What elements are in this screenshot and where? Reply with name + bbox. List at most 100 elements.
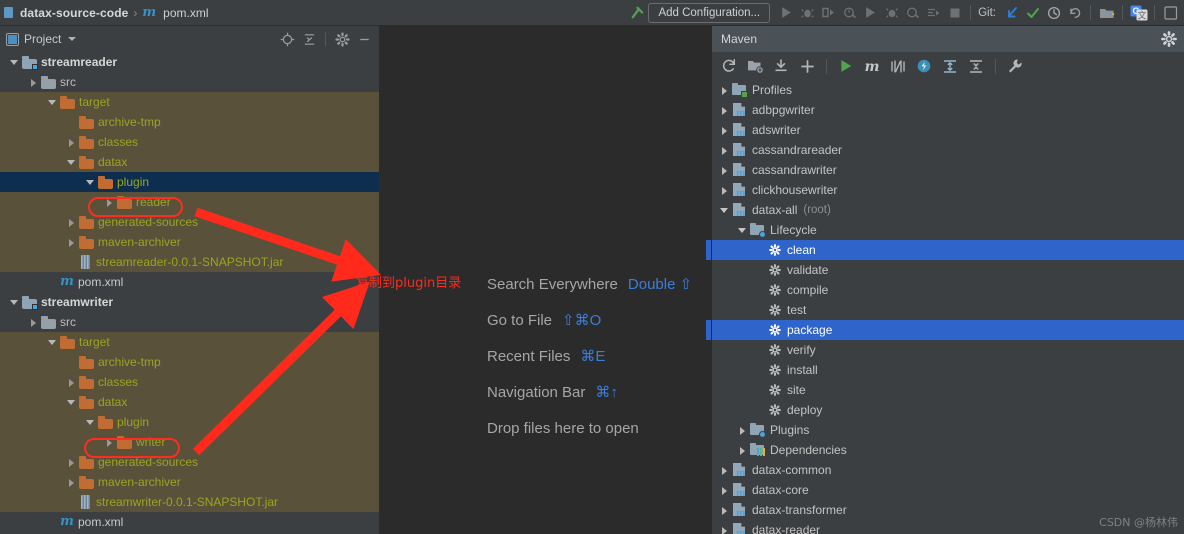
expand-arrow-icon[interactable] [720,86,729,95]
debug2-icon[interactable] [881,2,902,23]
tree-row[interactable]: plugin [0,412,379,432]
collapse-arrow-icon[interactable] [67,158,76,167]
maven-tree-row[interactable]: Lifecycle [712,220,1184,240]
expand-arrow-icon[interactable] [29,78,38,87]
maven-tree-row[interactable]: package [712,320,1184,340]
tree-row[interactable]: archive-tmp [0,352,379,372]
tree-row[interactable]: src [0,72,379,92]
expand-arrow-icon[interactable] [67,138,76,147]
tree-row[interactable]: generated-sources [0,452,379,472]
git-commit-icon[interactable] [1022,2,1043,23]
gear-icon[interactable] [332,29,352,49]
expand-arrow-icon[interactable] [720,486,729,495]
expand-arrow-icon[interactable] [67,458,76,467]
tree-row[interactable]: m pom.xml [0,272,379,292]
expand-arrow-icon[interactable] [29,318,38,327]
collapse-arrow-icon[interactable] [10,298,19,307]
maven-tree-row[interactable]: adswriter [712,120,1184,140]
tree-row[interactable]: streamreader-0.0.1-SNAPSHOT.jar [0,252,379,272]
build-hammer-icon[interactable] [627,2,648,23]
run-icon[interactable] [776,2,797,23]
collapse-arrow-icon[interactable] [720,206,729,215]
maven-tree-row[interactable]: datax-core [712,480,1184,500]
tree-row[interactable]: datax [0,152,379,172]
maven-tree-row[interactable]: clickhousewriter [712,180,1184,200]
collapse-all-icon[interactable] [966,56,986,76]
collapse-arrow-icon[interactable] [10,58,19,67]
tree-row[interactable]: target [0,332,379,352]
run-with-coverage-icon[interactable] [818,2,839,23]
tree-row[interactable]: generated-sources [0,212,379,232]
maven-tree-row[interactable]: deploy [712,400,1184,420]
expand-arrow-icon[interactable] [67,218,76,227]
collapse-arrow-icon[interactable] [86,178,95,187]
expand-arrow-icon[interactable] [720,126,729,135]
run-step-icon[interactable] [923,2,944,23]
stop-icon[interactable] [944,2,965,23]
expand-arrow-icon[interactable] [738,426,747,435]
gear-icon[interactable] [1161,31,1177,47]
maven-tree-row[interactable]: Plugins [712,420,1184,440]
tree-row[interactable]: reader [0,192,379,212]
tree-row[interactable]: plugin [0,172,379,192]
maven-tree-row[interactable]: cassandrareader [712,140,1184,160]
expand-arrow-icon[interactable] [67,478,76,487]
tree-row[interactable]: archive-tmp [0,112,379,132]
tree-row[interactable]: classes [0,372,379,392]
tree-row[interactable]: streamreader [0,52,379,72]
maven-tree[interactable]: Profiles adbpgwriter adswriter cassandrarea… [712,80,1184,534]
project-tree[interactable]: streamreader src target archive-tmp classes d… [0,52,379,534]
expand-arrow-icon[interactable] [720,526,729,534]
reload-icon[interactable] [719,56,739,76]
maven-tree-row[interactable]: datax-all (root) [712,200,1184,220]
expand-arrow-icon[interactable] [720,106,729,115]
breadcrumb-file[interactable]: pom.xml [163,6,208,20]
tree-row[interactable]: classes [0,132,379,152]
profile-icon[interactable] [839,2,860,23]
expand-arrow-icon[interactable] [720,166,729,175]
tree-row[interactable]: datax [0,392,379,412]
tree-row[interactable]: streamwriter [0,292,379,312]
minimize-icon[interactable] [354,29,374,49]
expand-all-icon[interactable] [940,56,960,76]
maven-tree-row[interactable]: install [712,360,1184,380]
maven-tree-row[interactable]: compile [712,280,1184,300]
expand-arrow-icon[interactable] [67,238,76,247]
collapse-arrow-icon[interactable] [86,418,95,427]
project-panel-title[interactable]: Project [24,32,61,46]
project-structure-icon[interactable] [1096,2,1117,23]
git-update-icon[interactable] [1001,2,1022,23]
collapse-arrow-icon[interactable] [67,398,76,407]
tree-row[interactable]: src [0,312,379,332]
maven-tree-row[interactable]: test [712,300,1184,320]
expand-arrow-icon[interactable] [720,186,729,195]
run2-icon[interactable] [860,2,881,23]
tree-row[interactable]: m pom.xml [0,512,379,532]
expand-arrow-icon[interactable] [738,446,747,455]
maven-tree-row[interactable]: cassandrawriter [712,160,1184,180]
maven-tree-row[interactable]: clean [712,240,1184,260]
tree-row[interactable]: streamwriter-0.0.1-SNAPSHOT.jar [0,492,379,512]
collapse-arrow-icon[interactable] [48,98,57,107]
maven-tree-row[interactable]: Dependencies [712,440,1184,460]
collapse-arrow-icon[interactable] [48,338,57,347]
maven-tree-row[interactable]: Profiles [712,80,1184,100]
breadcrumb-project[interactable]: datax-source-code [20,6,128,20]
tree-row[interactable]: writer [0,432,379,452]
expand-arrow-icon[interactable] [720,466,729,475]
maven-tree-row[interactable]: site [712,380,1184,400]
maven-tree-row[interactable]: adbpgwriter [712,100,1184,120]
collapse-arrow-icon[interactable] [738,226,747,235]
collapse-all-icon[interactable] [299,29,319,49]
tree-row[interactable]: maven-archiver [0,232,379,252]
search-icon[interactable] [1160,2,1181,23]
expand-arrow-icon[interactable] [105,438,114,447]
expand-arrow-icon[interactable] [105,198,114,207]
debug-icon[interactable] [797,2,818,23]
download-sources-icon[interactable] [771,56,791,76]
tree-row[interactable]: target [0,92,379,112]
add-managed-files-icon[interactable] [745,56,765,76]
chevron-down-icon[interactable] [68,37,77,41]
add-configuration-button[interactable]: Add Configuration... [648,2,771,23]
expand-arrow-icon[interactable] [720,506,729,515]
